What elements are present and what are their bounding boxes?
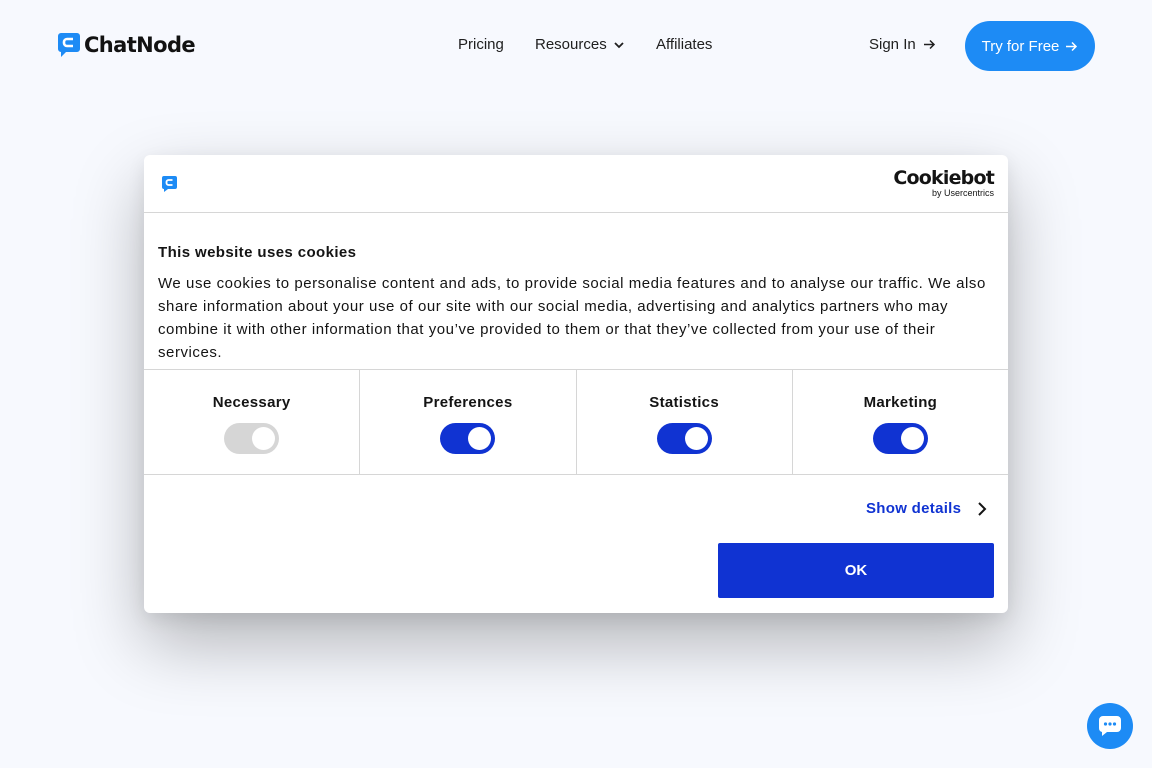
toggle-preferences[interactable] <box>440 423 496 454</box>
ok-label: OK <box>844 562 868 579</box>
toggle-label-statistics: Statistics <box>649 394 719 411</box>
nav-affiliates[interactable]: Affiliates <box>656 36 712 53</box>
cookie-consent-dialog: Cookiebot by Usercentrics This website u… <box>144 155 1008 613</box>
cookiebot-brand: Cookiebot <box>893 167 994 189</box>
sign-in-label: Sign In <box>869 36 916 53</box>
toggle-knob <box>468 427 492 450</box>
try-for-free-label: Try for Free <box>981 37 1060 55</box>
cookiebot-by: by Usercentrics <box>931 188 994 198</box>
toggle-label-necessary: Necessary <box>212 394 291 411</box>
toggle-label-marketing: Marketing <box>863 394 938 411</box>
chevron-down-icon <box>614 41 624 48</box>
chatnode-logo[interactable]: ChatNode <box>58 32 196 58</box>
consent-toggles: Necessary Preferences Statistics Marketi… <box>144 370 1008 475</box>
toggle-marketing[interactable] <box>872 423 928 454</box>
arrow-right-icon <box>923 39 935 50</box>
nav-resources-label: Resources <box>535 36 607 53</box>
show-details-label: Show details <box>866 500 962 517</box>
show-details-link[interactable]: Show details <box>866 500 988 517</box>
dialog-title: This website uses cookies <box>158 244 357 261</box>
page: ChatNode Pricing Resources Affiliates Si… <box>0 0 1152 768</box>
toggle-cell-marketing: Marketing <box>793 370 1008 474</box>
dialog-text: We use cookies to personalise content an… <box>158 275 986 361</box>
toggle-cell-preferences: Preferences <box>360 370 577 474</box>
chevron-right-icon <box>978 501 987 516</box>
toggle-knob <box>252 427 276 450</box>
toggle-cell-statistics: Statistics <box>577 370 793 474</box>
toggle-cell-necessary: Necessary <box>144 370 361 474</box>
logo-text: ChatNode <box>84 33 196 57</box>
toggle-necessary <box>224 423 280 454</box>
toggle-knob <box>684 427 708 450</box>
arrow-right-icon <box>1066 41 1078 51</box>
chat-launcher-button[interactable] <box>1087 703 1133 749</box>
nav-resources[interactable]: Resources <box>535 36 625 53</box>
ok-button[interactable]: OK <box>718 543 994 598</box>
try-for-free-button[interactable]: Try for Free <box>965 21 1095 71</box>
site-logo-icon <box>162 176 177 192</box>
cookiebot-logo[interactable]: Cookiebot by Usercentrics <box>893 168 994 198</box>
nav-pricing[interactable]: Pricing <box>458 36 504 53</box>
toggle-label-preferences: Preferences <box>423 394 513 411</box>
toggle-knob <box>900 427 924 450</box>
chatnode-logo-icon <box>58 33 80 57</box>
toggle-statistics[interactable] <box>656 423 712 454</box>
dialog-header: Cookiebot by Usercentrics <box>144 155 1008 213</box>
sign-in-link[interactable]: Sign In <box>869 36 936 53</box>
chat-bubble-icon <box>1098 716 1121 736</box>
dialog-body: This website uses cookies We use cookies… <box>144 213 1008 370</box>
